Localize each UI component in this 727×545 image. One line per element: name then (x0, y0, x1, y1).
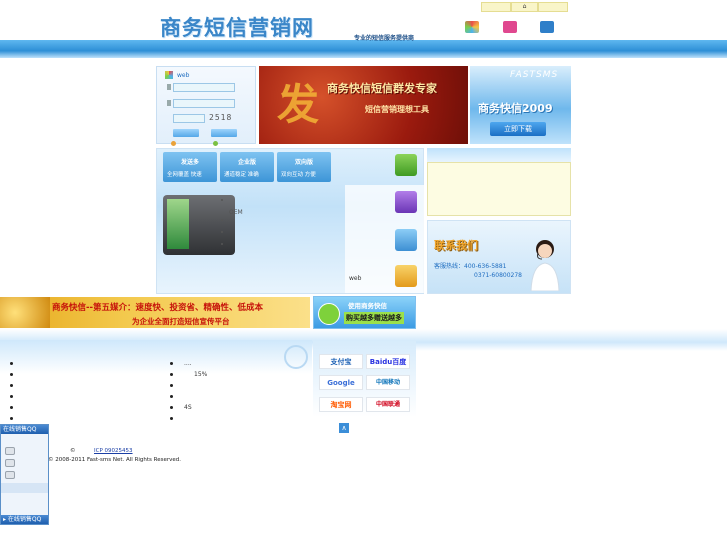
feature-tab-title: 双向版 (295, 159, 314, 166)
contact-hotline: 客服热线：400-636-5881 (434, 263, 507, 270)
gift-icon[interactable] (503, 21, 517, 33)
news-header-band (0, 340, 312, 374)
footer-rights: © 2008-2011 Fast-sms Net. All Rights Res… (48, 457, 182, 463)
qq-contact-1[interactable] (5, 447, 15, 455)
qq-contact-2[interactable] (5, 459, 15, 467)
partner-google[interactable]: Google (319, 375, 363, 390)
slogan: 专业的短信服务提供商 (354, 35, 415, 42)
fastsms-product: 商务快信2009 (478, 102, 553, 115)
cube-icon[interactable] (465, 21, 479, 33)
feature-tab-3[interactable]: 双向版 双向互动 方便 (277, 152, 331, 182)
scroll-top-button[interactable]: ∧ (339, 423, 349, 433)
feature-tab-title: 企业版 (238, 159, 257, 166)
contact-title: 联系我们 (434, 239, 478, 252)
edit-icon[interactable] (395, 229, 417, 251)
dot (221, 199, 223, 201)
promo-banner-2[interactable]: 使用商务快信 购买越多赠送越多 (313, 296, 416, 329)
sms-icon[interactable] (395, 154, 417, 176)
fastsms-title: FASTSMS (510, 70, 559, 80)
promo-subline: 为企业全面打造短信宣传平台 (132, 317, 230, 326)
qq-float-panel: 在线销售QQ ▸ 在线销售QQ (0, 424, 49, 525)
partner-baidu[interactable]: Baidu百度 (366, 354, 410, 369)
partner-china-mobile[interactable]: 中国移动 (366, 375, 410, 390)
top-link-box[interactable] (481, 2, 511, 12)
site-logo[interactable]: 商务短信营销网 (160, 12, 314, 42)
coins-image (0, 297, 50, 328)
network-icon[interactable] (395, 191, 417, 213)
icp-link[interactable]: ICP 09025453 (94, 448, 133, 454)
banner-subline: 短信营销理想工具 (365, 105, 429, 114)
lock-icon (167, 100, 171, 106)
qq-contact-3[interactable] (5, 471, 15, 479)
feature-tab-desc: 通道稳定 准确 (224, 172, 259, 178)
fastsms-box: FASTSMS 商务快信2009 立即下载 (470, 66, 571, 144)
feature-tab-desc: 全网覆盖 快速 (167, 172, 202, 178)
qq-panel-footer[interactable]: ▸ 在线销售QQ (1, 515, 48, 524)
partner-china-unicom[interactable]: 中国联通 (366, 397, 410, 412)
feature-tab-2[interactable]: 企业版 通道稳定 准确 (220, 152, 274, 182)
contact-box: 联系我们 客服热线：400-636-5881 0371-60800278 (427, 220, 571, 294)
download-button[interactable]: 立即下载 (490, 122, 546, 136)
list-item[interactable]: 15% (194, 371, 207, 378)
partners-panel: 支付宝 Baidu百度 Google 中国移动 淘宝网 中国联通 (313, 340, 416, 417)
main-banner[interactable]: 发 商务快信短信群发专家 短信营销理想工具 (259, 66, 468, 144)
promo2-subline: 购买越多赠送越多 (344, 312, 404, 324)
username-input[interactable] (173, 83, 235, 92)
footer-copyright-symbol: © (70, 448, 76, 454)
login-panel: web 2518 (156, 66, 256, 146)
top-home-link[interactable]: ⌂ (511, 2, 538, 12)
banner-glyph: 发 (277, 80, 320, 129)
news-strip (427, 148, 571, 162)
smiley-icon (318, 303, 340, 325)
partner-taobao[interactable]: 淘宝网 (319, 397, 363, 412)
dot (221, 219, 223, 221)
promo-banner[interactable]: 商务快信--第五媒介：速度快、投资省、精确性、低成本 为企业全面打造短信宣传平台 (0, 297, 310, 328)
captcha-input[interactable] (173, 114, 205, 123)
feature-tab-desc: 双向互动 方便 (281, 172, 316, 178)
register-button[interactable] (211, 129, 237, 137)
notice-box (427, 162, 571, 216)
smile-icon[interactable] (213, 141, 218, 146)
list-item[interactable]: 4S (184, 404, 192, 411)
feature-tab-title: 发送多 (181, 159, 200, 166)
top-link-box-2[interactable] (538, 2, 568, 12)
bubbles-decoration (284, 345, 308, 369)
home-icon: ⌂ (522, 3, 527, 10)
feature-tab-1[interactable]: 发送多 全网覆盖 快速 (163, 152, 217, 182)
login-web-label: web (177, 72, 190, 79)
banner-headline: 商务快信短信群发专家 (327, 82, 437, 95)
phone-screen (167, 199, 189, 249)
login-button[interactable] (173, 129, 199, 137)
header-band (0, 40, 727, 58)
features-panel: 发送多 全网覆盖 快速 企业版 通道稳定 准确 双向版 双向互动 方便 OEM … (156, 148, 425, 294)
oem-label: OEM (229, 209, 243, 216)
promo2-headline: 使用商务快信 (348, 302, 387, 310)
dot (221, 243, 223, 245)
list-item[interactable]: .... (184, 360, 192, 367)
captcha-image[interactable]: 2518 (209, 113, 232, 122)
help-icon[interactable] (171, 141, 176, 146)
phone-image (163, 195, 235, 255)
box-icon[interactable] (540, 21, 554, 33)
contact-phone: 0371-60800278 (474, 272, 522, 279)
dot (221, 231, 223, 233)
qq-panel-header[interactable]: 在线销售QQ (1, 425, 48, 434)
promo-headline: 商务快信--第五媒介：速度快、投资省、精确性、低成本 (52, 303, 264, 313)
web-logo-icon (165, 71, 173, 79)
partner-alipay[interactable]: 支付宝 (319, 354, 363, 369)
password-input[interactable] (173, 99, 235, 108)
feature-web-label: web (349, 275, 362, 282)
agent-image (530, 240, 560, 291)
user-icon (167, 84, 171, 90)
qq-divider (1, 483, 48, 493)
globe-icon[interactable] (395, 265, 417, 287)
